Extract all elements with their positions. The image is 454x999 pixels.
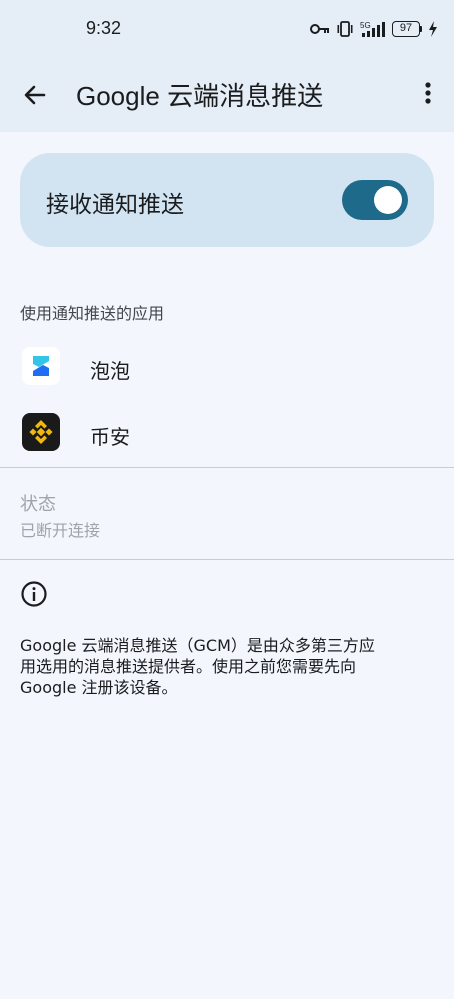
charging-icon (428, 21, 438, 37)
receive-notifications-card[interactable]: 接收通知推送 (20, 153, 434, 247)
paopao-app-icon (22, 347, 60, 385)
gcm-description: Google 云端消息推送（GCM）是由众多第三方应 用选用的消息推送提供者。使… (20, 636, 375, 697)
divider (0, 559, 454, 560)
connection-status-title: 状态 (20, 494, 56, 515)
app-item-paopao[interactable]: 泡泡 (0, 334, 454, 400)
vibrate-icon (336, 20, 354, 38)
more-options-icon[interactable] (418, 78, 438, 108)
status-time: 9:32 (86, 18, 122, 38)
signal-icon: 5G (360, 20, 386, 38)
battery-icon: 97 (392, 21, 422, 37)
connection-status-value: 已断开连接 (20, 521, 101, 540)
app-name: 币安 (90, 425, 130, 449)
app-bar: Google 云端消息推送 (0, 60, 454, 132)
app-item-binance[interactable]: 币安 (0, 400, 454, 466)
network-type-label: 5G (360, 21, 371, 30)
divider (0, 467, 454, 468)
info-icon (20, 580, 48, 608)
toggle-knob (374, 186, 402, 214)
receive-notifications-label: 接收通知推送 (46, 192, 184, 218)
back-arrow-icon[interactable] (20, 80, 50, 110)
receive-notifications-toggle[interactable] (342, 180, 408, 220)
battery-level: 97 (392, 21, 420, 37)
page-title: Google 云端消息推送 (76, 81, 324, 111)
status-bar: 9:32 5G 97 (0, 0, 454, 60)
app-name: 泡泡 (90, 359, 130, 383)
key-icon (310, 23, 330, 35)
binance-app-icon (22, 413, 60, 451)
status-icons: 5G 97 (310, 18, 438, 40)
apps-section-header: 使用通知推送的应用 (20, 304, 165, 323)
